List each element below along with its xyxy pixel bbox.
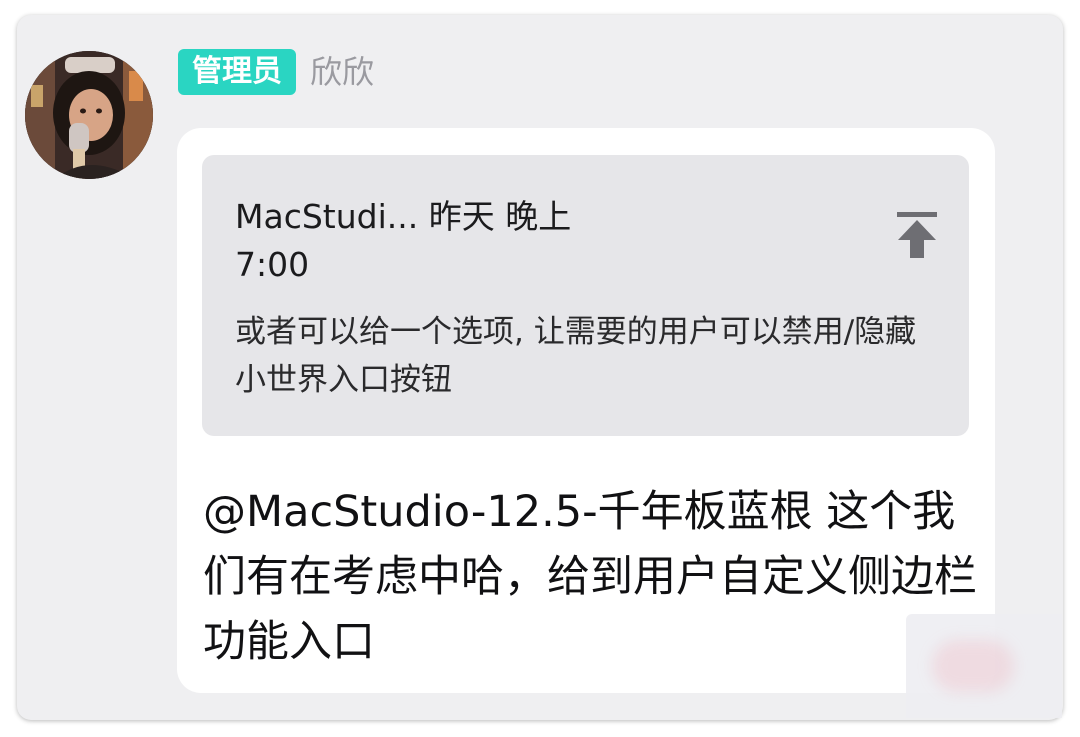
sender-avatar[interactable]: [25, 51, 153, 179]
quote-author: MacStudi...: [235, 197, 419, 236]
arrow-up-to-top-icon[interactable]: [894, 210, 940, 262]
quote-time-detail: 7:00: [235, 245, 310, 284]
quote-header: MacStudi... 昨天 晚上 7:00: [235, 193, 875, 289]
watermark-overlay: [906, 614, 1062, 718]
quoted-message[interactable]: MacStudi... 昨天 晚上 7:00 或者可以给一个选项, 让需要的用户…: [202, 155, 969, 436]
sender-header: 管理员 欣欣: [178, 49, 374, 95]
message-bubble[interactable]: MacStudi... 昨天 晚上 7:00 或者可以给一个选项, 让需要的用户…: [177, 128, 995, 693]
watermark-logo: [932, 640, 1014, 692]
quote-text: 或者可以给一个选项, 让需要的用户可以禁用/隐藏小世界入口按钮: [235, 314, 917, 398]
quote-time: 昨天 晚上: [428, 197, 572, 236]
admin-role-badge: 管理员: [178, 49, 296, 95]
reply-text: @MacStudio-12.5-千年板蓝根 这个我们有在考虑中哈，给到用户自定义…: [203, 487, 977, 667]
avatar-photo: [25, 51, 153, 179]
chat-message-panel: 管理员 欣欣 MacStudi... 昨天 晚上 7:00 或者可以给一个选项,…: [17, 15, 1063, 720]
sender-name[interactable]: 欣欣: [310, 49, 374, 95]
